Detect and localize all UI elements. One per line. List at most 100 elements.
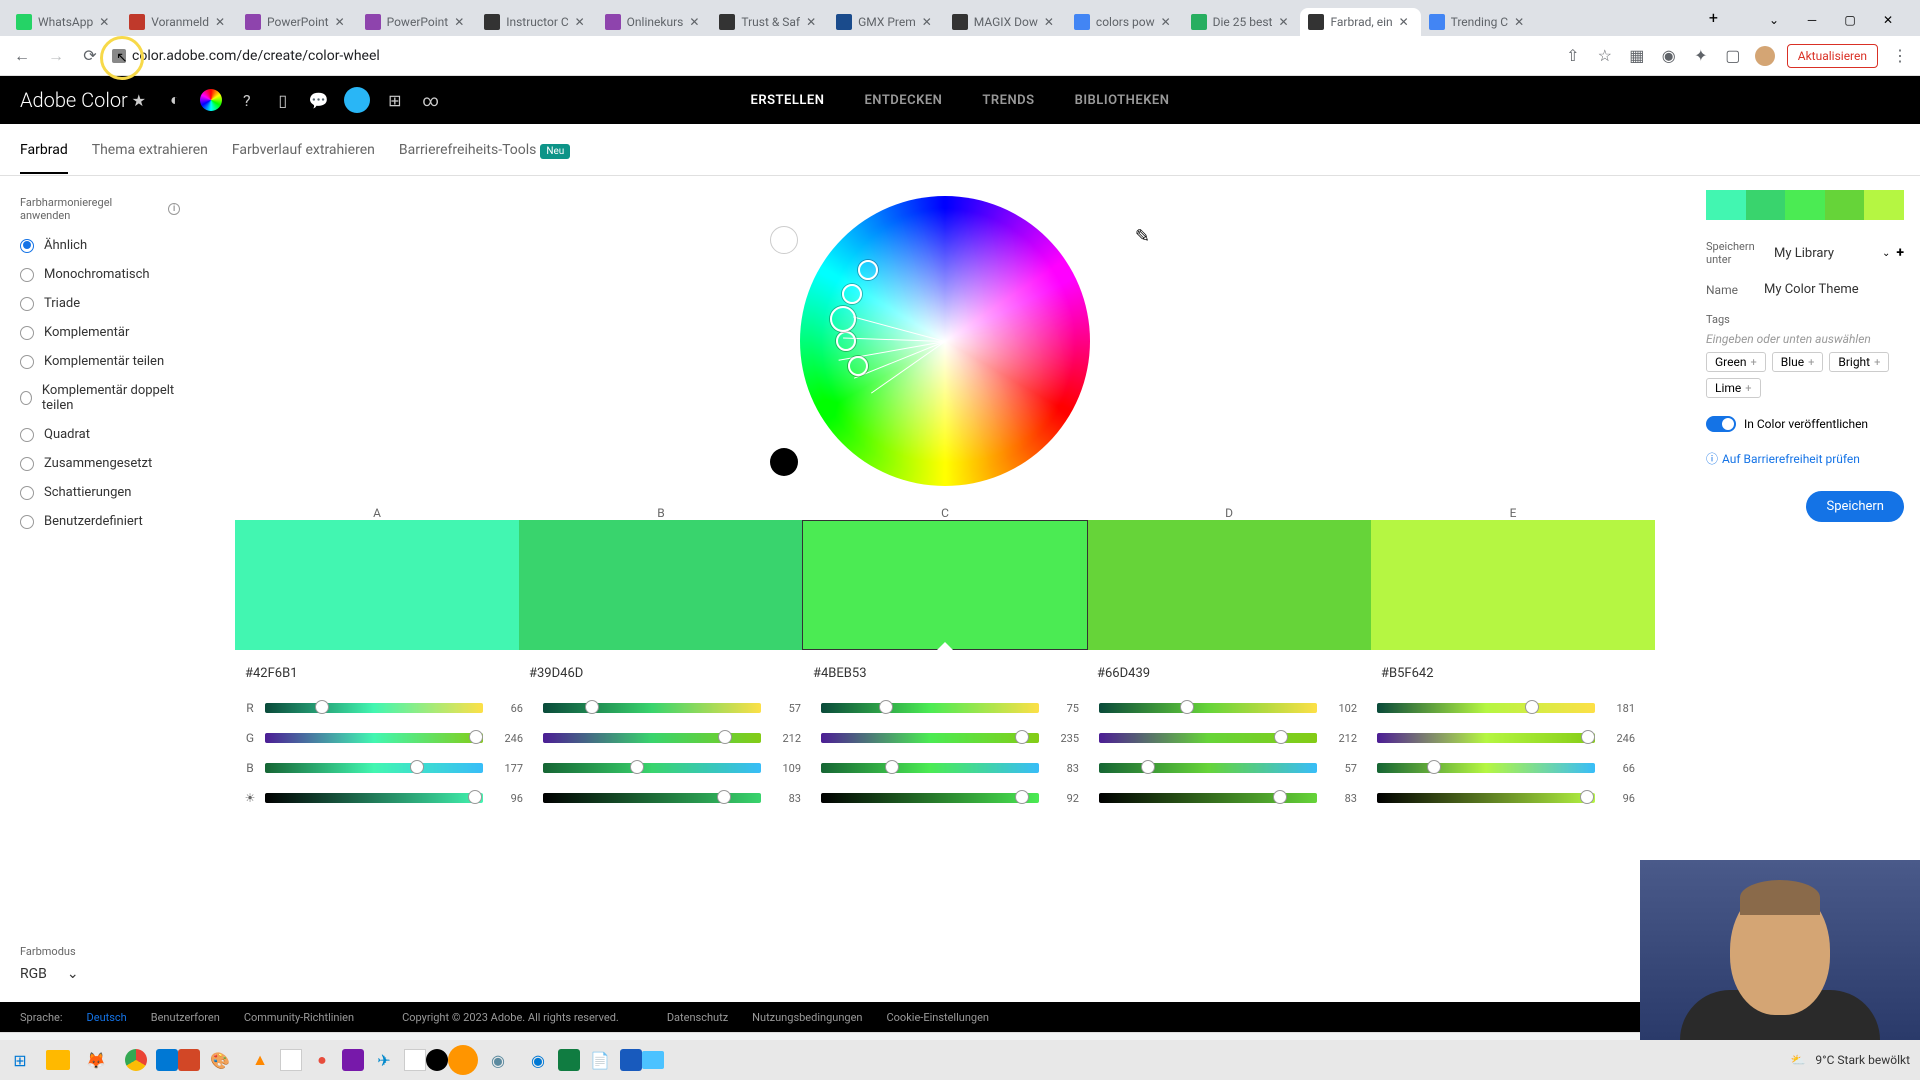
tab-dropdown[interactable]: ⌄ [1758,8,1790,32]
slider-track[interactable] [821,703,1039,713]
harmony-rule-radio[interactable]: Ähnlich [20,238,180,253]
slider-track[interactable] [265,733,483,743]
main-nav-item[interactable]: TRENDS [982,93,1034,108]
slider-thumb[interactable] [468,790,482,804]
black-swatch-dot[interactable] [770,448,798,476]
slider-track[interactable] [1377,793,1595,803]
slider-thumb[interactable] [410,760,424,774]
mini-swatch[interactable] [1864,190,1904,220]
harmony-rule-radio[interactable]: Komplementär doppelt teilen [20,383,180,413]
close-tab-icon[interactable]: ✕ [99,15,113,29]
browser-tab[interactable]: PowerPoint✕ [237,8,357,36]
cloud-icon[interactable]: ∞ [420,89,442,111]
harmony-rule-radio[interactable]: Triade [20,296,180,311]
slider-track[interactable] [1377,733,1595,743]
chrome-icon[interactable] [116,1040,156,1080]
bookmark-icon[interactable]: ☆ [1595,46,1615,66]
browser-tab[interactable]: Trending C✕ [1421,8,1537,36]
slider-thumb[interactable] [585,700,599,714]
harmony-rule-radio[interactable]: Schattierungen [20,485,180,500]
hex-value[interactable]: #66D439 [1087,666,1371,681]
tag-chip[interactable]: Lime+ [1706,378,1761,398]
slider-track[interactable] [543,793,761,803]
reload-button[interactable]: ⟳ [78,44,102,68]
user-avatar[interactable] [344,87,370,113]
weather-text[interactable]: 9°C Stark bewölkt [1815,1053,1910,1067]
close-tab-icon[interactable]: ✕ [335,15,349,29]
slider-thumb[interactable] [630,760,644,774]
color-swatch[interactable] [519,520,803,650]
excel-icon[interactable] [558,1049,580,1071]
back-button[interactable]: ← [10,44,34,68]
obs-icon[interactable] [426,1049,448,1071]
harmony-rule-radio[interactable]: Quadrat [20,427,180,442]
slider-thumb[interactable] [1427,760,1441,774]
browser-tab[interactable]: Instructor C✕ [476,8,596,36]
browser-tab[interactable]: PowerPoint✕ [357,8,477,36]
harmony-rule-radio[interactable]: Komplementär teilen [20,354,180,369]
color-swatch[interactable] [802,520,1088,650]
color-wheel-icon[interactable] [200,89,222,111]
close-tab-icon[interactable]: ✕ [806,15,820,29]
minimize-button[interactable]: ─ [1796,8,1828,32]
outlook-icon[interactable] [156,1049,178,1071]
color-swatch[interactable] [235,520,519,650]
slider-thumb[interactable] [1273,790,1287,804]
footer-link[interactable]: Community-Richtlinien [244,1011,354,1024]
extensions-puzzle-icon[interactable]: ✦ [1691,46,1711,66]
footer-legal-link[interactable]: Datenschutz [667,1011,728,1024]
wheel-handle[interactable] [836,331,856,351]
app-icon[interactable]: ◉ [478,1040,518,1080]
star-icon[interactable]: ★ [128,89,150,111]
slider-thumb[interactable] [469,730,483,744]
close-tab-icon[interactable]: ✕ [1044,15,1058,29]
slider-track[interactable] [821,763,1039,773]
close-tab-icon[interactable]: ✕ [1278,15,1292,29]
harmony-rule-radio[interactable]: Komplementär [20,325,180,340]
sub-nav-item[interactable]: Farbverlauf extrahieren [232,126,375,174]
telegram-icon[interactable]: ✈ [364,1040,404,1080]
update-button[interactable]: Aktualisieren [1787,44,1878,68]
vlc-icon[interactable]: ▲ [240,1040,280,1080]
sub-nav-item[interactable]: Barrierefreiheits-ToolsNeu [399,126,570,174]
wheel-handle[interactable] [830,306,856,332]
slider-thumb[interactable] [1141,760,1155,774]
harmony-rule-radio[interactable]: Monochromatisch [20,267,180,282]
browser-tab[interactable]: Trust & Saf✕ [711,8,828,36]
notification-icon[interactable]: ▯ [272,89,294,111]
slider-track[interactable] [1099,793,1317,803]
app-icon[interactable] [280,1049,302,1071]
maximize-button[interactable]: ▢ [1834,8,1866,32]
forward-button[interactable]: → [44,44,68,68]
main-nav-item[interactable]: ENTDECKEN [864,93,942,108]
powerpoint-icon[interactable] [178,1049,200,1071]
profile-icon[interactable]: ▢ [1723,46,1743,66]
share-icon[interactable]: ⇧ [1563,46,1583,66]
tags-input[interactable]: Eingeben oder unten auswählen [1706,332,1904,346]
photos-icon[interactable] [642,1051,664,1069]
info-icon[interactable]: i [168,203,180,215]
moon-icon[interactable]: ◐ [164,89,186,111]
slider-thumb[interactable] [879,700,893,714]
harmony-rule-radio[interactable]: Benutzerdefiniert [20,514,180,529]
main-nav-item[interactable]: ERSTELLEN [751,93,825,108]
tag-chip[interactable]: Blue+ [1772,352,1824,372]
slider-track[interactable] [821,733,1039,743]
extension-icon-2[interactable]: ◉ [1659,46,1679,66]
browser-tab[interactable]: MAGIX Dow✕ [944,8,1066,36]
explorer-icon[interactable] [46,1050,70,1070]
word-icon[interactable] [620,1049,642,1071]
app-icon[interactable]: ● [302,1040,342,1080]
close-tab-icon[interactable]: ✕ [1514,15,1528,29]
slider-thumb[interactable] [1180,700,1194,714]
browser-tab[interactable]: Onlinekurs✕ [597,8,712,36]
publish-toggle[interactable] [1706,416,1736,432]
color-mode-select[interactable]: RGB ⌄ [20,966,180,982]
firefox-icon[interactable]: 🦊 [76,1040,116,1080]
slider-track[interactable] [265,793,483,803]
hex-value[interactable]: #4BEB53 [803,666,1087,681]
app-icon[interactable]: 🎨 [200,1040,240,1080]
slider-track[interactable] [543,763,761,773]
weather-icon[interactable]: ⛅ [1790,1053,1805,1067]
browser-tab[interactable]: Farbrad, ein✕ [1300,8,1420,36]
